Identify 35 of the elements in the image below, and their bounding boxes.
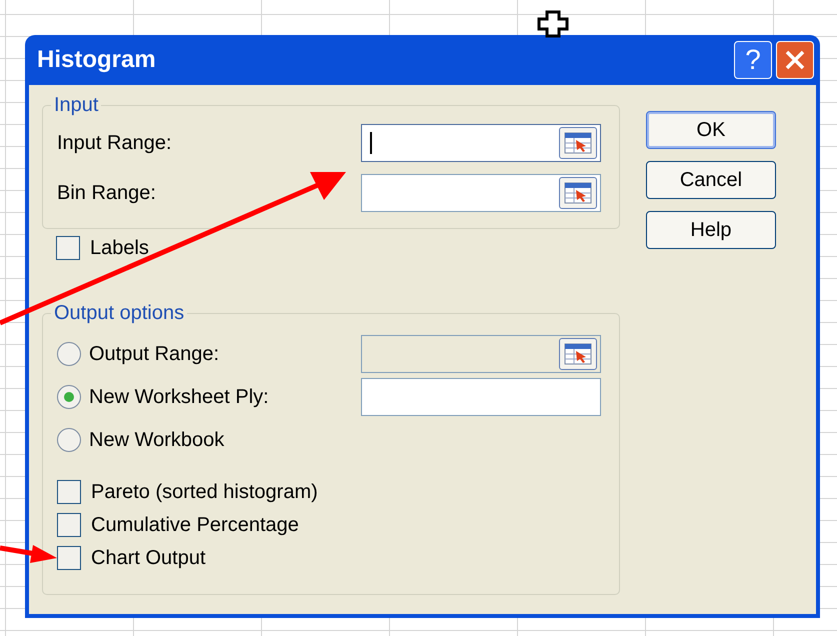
range-picker-icon — [564, 132, 592, 154]
radio-button[interactable] — [57, 384, 81, 408]
field-label: Bin Range: — [57, 181, 156, 206]
range-field[interactable] — [361, 174, 601, 212]
range-picker-icon — [564, 182, 592, 204]
checkbox-label: Chart Output — [91, 546, 206, 571]
radio-button[interactable] — [57, 428, 81, 452]
checkbox-label: Pareto (sorted histogram) — [91, 480, 318, 505]
dialog-button[interactable]: OK — [646, 111, 776, 149]
range-picker-icon — [564, 342, 592, 364]
checkbox[interactable] — [57, 546, 81, 570]
radio-label: New Worksheet Ply: — [89, 384, 269, 410]
checkbox-label: Cumulative Percentage — [91, 513, 299, 538]
help-title-button[interactable]: ? — [734, 41, 772, 79]
range-picker-button[interactable] — [559, 127, 597, 159]
checkbox[interactable] — [57, 480, 81, 504]
text-caret — [370, 132, 372, 154]
radio-label: New Workbook — [89, 428, 224, 452]
checkbox[interactable] — [57, 513, 81, 537]
dialog-button[interactable]: Cancel — [646, 161, 776, 199]
group-title: Input — [51, 94, 102, 116]
window-title: Histogram — [37, 45, 156, 75]
checkbox[interactable] — [56, 236, 80, 260]
checkbox-label: Labels — [90, 236, 149, 261]
range-field[interactable] — [361, 124, 601, 162]
radio-label: Output Range: — [89, 342, 220, 366]
field-label: Input Range: — [57, 131, 172, 156]
range-field[interactable] — [361, 378, 601, 416]
close-icon — [784, 49, 806, 71]
group-title: Output options — [51, 302, 188, 324]
move-cursor-icon — [537, 10, 569, 38]
dialog-button[interactable]: Help — [646, 211, 776, 249]
range-picker-button[interactable] — [559, 177, 597, 209]
radio-button[interactable] — [57, 342, 81, 366]
close-button[interactable] — [776, 41, 814, 79]
